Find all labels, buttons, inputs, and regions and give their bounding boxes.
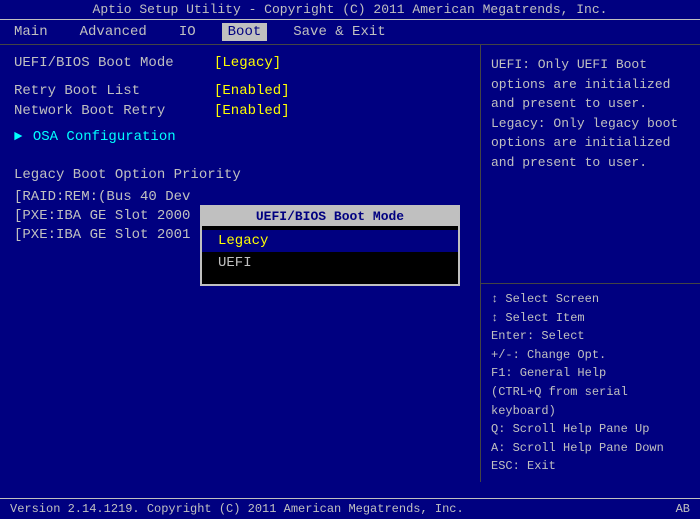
- osa-config-label: OSA Configuration: [33, 129, 176, 145]
- right-help-content: UEFI: Only UEFI Boot options are initial…: [491, 57, 678, 170]
- menu-save-exit[interactable]: Save & Exit: [287, 23, 391, 41]
- main-content: UEFI/BIOS Boot Mode [Legacy] Retry Boot …: [0, 45, 700, 482]
- key-help-line-7: Q: Scroll Help Pane Up: [491, 420, 690, 439]
- uefi-bios-boot-mode-value[interactable]: [Legacy]: [214, 55, 281, 71]
- key-help-line-2: Enter: Select: [491, 327, 690, 346]
- network-boot-retry-value[interactable]: [Enabled]: [214, 103, 290, 119]
- network-boot-retry-label: Network Boot Retry: [14, 103, 214, 119]
- right-help-text: UEFI: Only UEFI Boot options are initial…: [481, 45, 700, 283]
- uefi-bios-boot-mode-label: UEFI/BIOS Boot Mode: [14, 55, 214, 71]
- retry-boot-list-label: Retry Boot List: [14, 83, 214, 99]
- key-help-line-0: ↕ Select Screen: [491, 290, 690, 309]
- right-key-help: ↕ Select Screen ↕ Select Item Enter: Sel…: [481, 283, 700, 482]
- key-help-line-3: +/-: Change Opt.: [491, 346, 690, 365]
- arrow-icon: ►: [14, 129, 22, 145]
- key-help-line-5: (CTRL+Q from serial: [491, 383, 690, 402]
- network-boot-retry-row: Network Boot Retry [Enabled]: [14, 103, 466, 119]
- left-panel: UEFI/BIOS Boot Mode [Legacy] Retry Boot …: [0, 45, 480, 482]
- retry-boot-list-row: Retry Boot List [Enabled]: [14, 83, 466, 99]
- status-text: Version 2.14.1219. Copyright (C) 2011 Am…: [10, 502, 464, 516]
- status-badge: AB: [676, 502, 690, 516]
- popup-title: UEFI/BIOS Boot Mode: [202, 207, 458, 226]
- boot-option-0[interactable]: [RAID:REM:(Bus 40 Dev: [14, 189, 466, 205]
- key-help-line-6: keyboard): [491, 402, 690, 421]
- uefi-bios-boot-mode-popup: UEFI/BIOS Boot Mode Legacy UEFI: [200, 205, 460, 286]
- popup-option-legacy[interactable]: Legacy: [202, 230, 458, 252]
- key-help-line-4: F1: General Help: [491, 364, 690, 383]
- menu-boot[interactable]: Boot: [222, 23, 268, 41]
- osa-config-item[interactable]: ► OSA Configuration: [14, 129, 466, 145]
- menu-main[interactable]: Main: [8, 23, 54, 41]
- title-bar: Aptio Setup Utility - Copyright (C) 2011…: [0, 0, 700, 20]
- menu-bar: Main Advanced IO Boot Save & Exit: [0, 20, 700, 45]
- menu-advanced[interactable]: Advanced: [74, 23, 153, 41]
- uefi-bios-boot-mode-row: UEFI/BIOS Boot Mode [Legacy]: [14, 55, 466, 71]
- key-help-line-1: ↕ Select Item: [491, 309, 690, 328]
- key-help-line-9: ESC: Exit: [491, 457, 690, 476]
- status-bar: Version 2.14.1219. Copyright (C) 2011 Am…: [0, 498, 700, 519]
- title-text: Aptio Setup Utility - Copyright (C) 2011…: [93, 2, 608, 17]
- retry-boot-list-value[interactable]: [Enabled]: [214, 83, 290, 99]
- key-help-line-8: A: Scroll Help Pane Down: [491, 439, 690, 458]
- right-split-panel: UEFI: Only UEFI Boot options are initial…: [480, 45, 700, 482]
- menu-io[interactable]: IO: [173, 23, 202, 41]
- popup-option-uefi[interactable]: UEFI: [202, 252, 458, 274]
- legacy-boot-option-priority-title: Legacy Boot Option Priority: [14, 167, 466, 183]
- popup-content: Legacy UEFI: [202, 226, 458, 284]
